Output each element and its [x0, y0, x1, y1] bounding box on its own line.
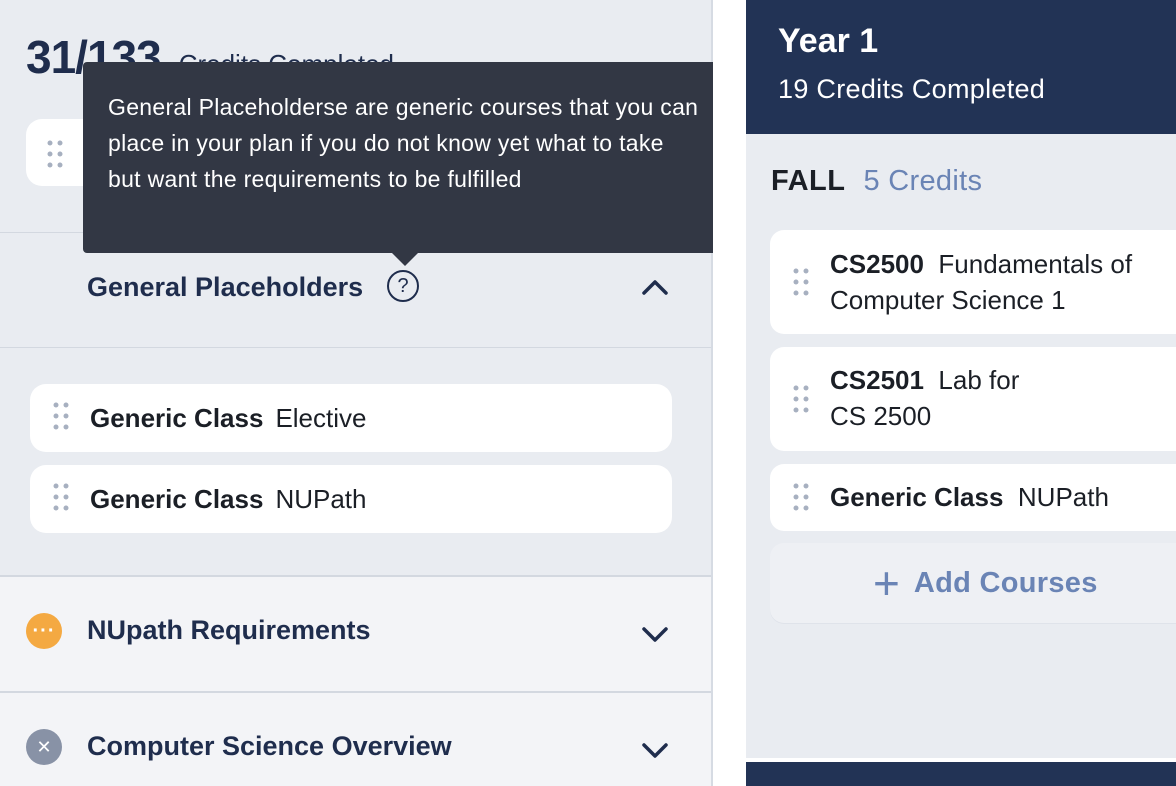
incomplete-status-icon: ✕	[26, 729, 62, 765]
class-card[interactable]: Generic Class NUPath	[30, 465, 672, 533]
course-code: CS2500	[830, 249, 924, 279]
chevron-up-icon[interactable]	[641, 277, 669, 297]
plus-icon: +	[873, 557, 900, 609]
class-code: Generic Class	[90, 483, 264, 514]
chevron-down-icon[interactable]	[641, 625, 669, 645]
drag-handle-icon[interactable]	[792, 482, 810, 517]
section-title: Computer Science Overview	[87, 731, 452, 761]
course-card[interactable]: CS2501 Lab for CS 2500	[770, 347, 1176, 451]
term-header: FALL 5 Credits	[771, 165, 982, 198]
course-code: CS2501	[830, 365, 924, 395]
next-year-header[interactable]	[746, 762, 1176, 786]
drag-handle-icon[interactable]	[52, 401, 70, 436]
class-code: Generic Class	[90, 402, 264, 433]
term-name: FALL	[771, 165, 846, 197]
drag-handle-icon[interactable]	[46, 139, 64, 174]
class-card[interactable]: Generic Class Elective	[30, 384, 672, 452]
course-code: Generic Class	[830, 482, 1004, 512]
class-name: Elective	[275, 402, 367, 433]
divider	[0, 347, 711, 348]
tooltip-arrow	[391, 252, 419, 266]
general-placeholders-header[interactable]: General Placeholders ?	[0, 255, 711, 319]
course-text: Generic Class NUPath	[830, 479, 1140, 515]
course-card[interactable]: Generic Class NUPath	[770, 464, 1176, 531]
term-credits: 5 Credits	[863, 165, 983, 197]
course-card[interactable]: CS2500 Fundamentals of Computer Science …	[770, 230, 1176, 334]
add-courses-label: Add Courses	[913, 566, 1098, 599]
general-placeholders-title: General Placeholders	[87, 271, 364, 302]
panel-gap	[713, 0, 746, 786]
section-title: NUpath Requirements	[87, 615, 371, 645]
class-name: NUPath	[275, 483, 367, 514]
course-name: NUPath	[1017, 482, 1109, 512]
drag-handle-icon[interactable]	[52, 482, 70, 517]
add-courses-button[interactable]: + Add Courses	[770, 543, 1176, 623]
help-icon[interactable]: ?	[387, 270, 419, 302]
drag-handle-icon[interactable]	[792, 384, 810, 419]
year-header[interactable]: Year 1 19 Credits Completed	[746, 0, 1176, 134]
year-credits: 19 Credits Completed	[778, 74, 1046, 104]
chevron-down-icon[interactable]	[641, 741, 669, 761]
in-progress-status-icon: ···	[26, 613, 62, 649]
course-text: CS2501 Lab for CS 2500	[830, 362, 1060, 434]
drag-handle-icon[interactable]	[792, 267, 810, 302]
plan-panel: Year 1 19 Credits Completed FALL 5 Credi…	[746, 0, 1176, 786]
year-title: Year 1	[778, 22, 879, 60]
course-text: CS2500 Fundamentals of Computer Science …	[830, 246, 1140, 318]
section-nupath-requirements[interactable]: ··· NUpath Requirements	[0, 577, 711, 691]
tooltip: General Placeholderse are generic course…	[83, 62, 723, 253]
section-computer-science-overview[interactable]: ✕ Computer Science Overview	[0, 693, 711, 786]
